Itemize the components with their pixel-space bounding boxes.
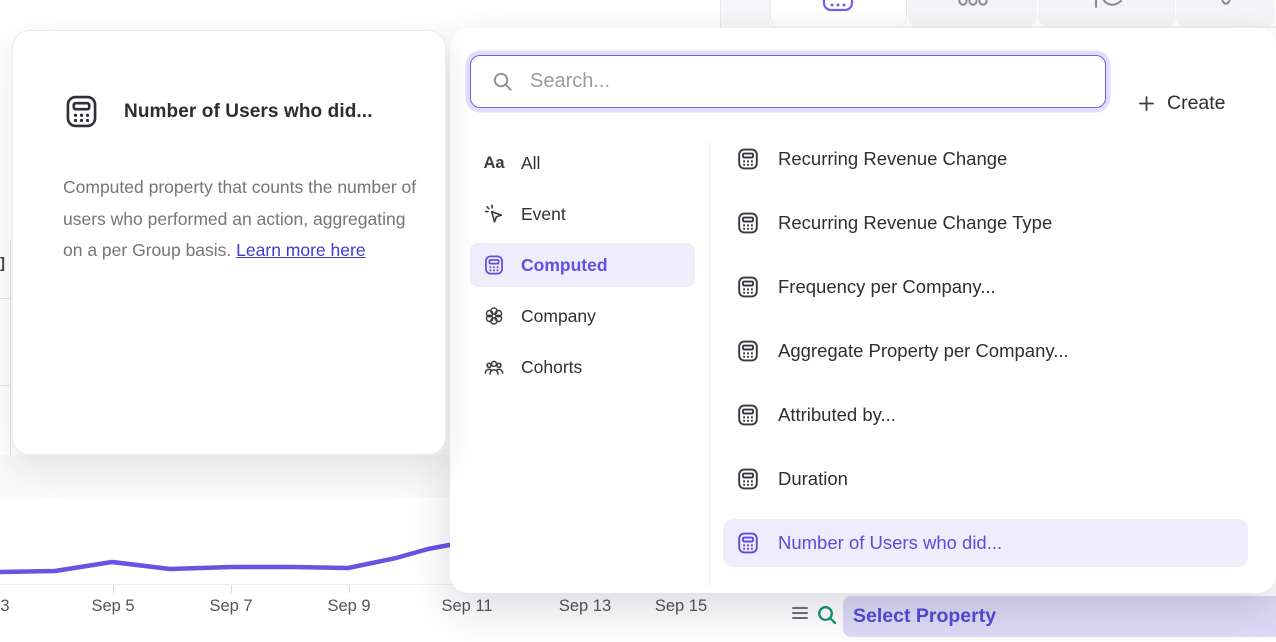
x-axis-label: Sep 13 — [559, 597, 611, 616]
property-label: Attributed by... — [778, 404, 896, 426]
calculator-icon — [63, 93, 100, 130]
cohorts-people-icon — [483, 356, 505, 378]
property-item-duration[interactable]: Duration — [723, 455, 1248, 503]
background-panel-row-divider — [0, 385, 10, 386]
x-axis-label: Sep 7 — [209, 597, 252, 616]
property-list: Recurring Revenue Change Recurring Revenu… — [723, 135, 1248, 583]
create-button[interactable]: Create — [1136, 92, 1226, 115]
search-input[interactable] — [528, 69, 1105, 94]
property-item-frequency-per-company[interactable]: Frequency per Company... — [723, 263, 1248, 311]
x-axis-label: Sep 11 — [441, 597, 492, 616]
background-panel-edge — [10, 240, 11, 456]
chart-tab-funnel-tab-icon[interactable] — [908, 0, 1038, 26]
property-label: Duration — [778, 468, 848, 490]
property-item-attributed-by[interactable]: Attributed by... — [723, 391, 1248, 439]
chart-tab-retention-tab-icon[interactable] — [1038, 0, 1175, 26]
tooltip-description: Computed property that counts the number… — [63, 172, 419, 267]
category-item-company[interactable]: Company — [470, 294, 695, 338]
search-icon — [491, 70, 514, 93]
x-axis-tick — [349, 585, 350, 593]
toolbar-gap — [721, 0, 770, 28]
line-chart — [0, 497, 465, 584]
create-label: Create — [1167, 92, 1226, 115]
chart-type-tabbar — [770, 0, 1276, 26]
calculator-icon — [736, 147, 760, 171]
category-label: All — [521, 153, 540, 174]
category-label: Cohorts — [521, 357, 582, 378]
company-cluster-icon — [483, 305, 505, 327]
x-axis-label: Sep 9 — [327, 597, 370, 616]
property-label: Number of Users who did... — [778, 532, 1002, 554]
x-axis-tick — [231, 585, 232, 593]
category-label: Computed — [521, 255, 608, 276]
learn-more-link[interactable]: Learn more here — [236, 240, 365, 260]
tooltip-title: Number of Users who did... — [124, 101, 373, 123]
property-item-number-of-users-who-did[interactable]: Number of Users who did... — [723, 519, 1248, 567]
search-icon — [815, 603, 839, 627]
panel-divider — [709, 141, 710, 587]
calculator-icon — [483, 254, 505, 276]
calculator-icon — [736, 467, 760, 491]
calculator-icon — [736, 339, 760, 363]
category-item-computed[interactable]: Computed — [470, 243, 695, 287]
x-axis-label: Sep 5 — [91, 597, 134, 616]
property-tooltip-card: Number of Users who did... Computed prop… — [12, 30, 446, 455]
property-label: Frequency per Company... — [778, 276, 996, 298]
property-item-recurring-revenue-change-type[interactable]: Recurring Revenue Change Type — [723, 199, 1248, 247]
category-item-cohorts[interactable]: Cohorts — [470, 345, 695, 389]
x-axis-tick — [113, 585, 114, 593]
property-label: Recurring Revenue Change — [778, 148, 1007, 170]
category-item-event[interactable]: Event — [470, 192, 695, 236]
select-property-label: Select Property — [853, 605, 996, 628]
property-label: Recurring Revenue Change Type — [778, 212, 1052, 234]
category-label: Event — [521, 204, 566, 225]
calculator-icon — [736, 211, 760, 235]
background-panel-row-divider — [0, 298, 10, 299]
category-label: Company — [521, 306, 596, 327]
chart-tab-breakdown-tab-icon[interactable] — [1176, 0, 1275, 26]
property-item-aggregate-property-per-company[interactable]: Aggregate Property per Company... — [723, 327, 1248, 375]
event-cursor-icon — [483, 203, 505, 225]
property-picker-panel: Create AaAllEventComputedCompanyCohorts … — [450, 28, 1276, 593]
chart-tab-metric-tab-icon[interactable] — [770, 0, 907, 26]
category-list: Aa All Event Computed Company Cohorts — [470, 141, 695, 396]
calculator-icon — [736, 275, 760, 299]
x-axis-label: Sep 3 — [0, 597, 10, 616]
tooltip-header: Number of Users who did... — [63, 93, 373, 130]
calculator-icon — [736, 403, 760, 427]
calculator-icon — [736, 531, 760, 555]
clipped-text-fragment: ] — [0, 255, 5, 272]
drag-handle-icon[interactable] — [792, 607, 808, 621]
property-label: Aggregate Property per Company... — [778, 340, 1069, 362]
x-axis-label: Sep 15 — [655, 597, 707, 616]
search-field[interactable] — [470, 55, 1106, 108]
chart-top-band — [0, 455, 455, 497]
property-item-recurring-revenue-change[interactable]: Recurring Revenue Change — [723, 135, 1248, 183]
select-property-button[interactable]: Select Property — [843, 596, 1276, 637]
text-format-icon: Aa — [483, 154, 504, 173]
category-item-all[interactable]: Aa All — [470, 141, 695, 185]
plus-icon — [1136, 93, 1157, 114]
